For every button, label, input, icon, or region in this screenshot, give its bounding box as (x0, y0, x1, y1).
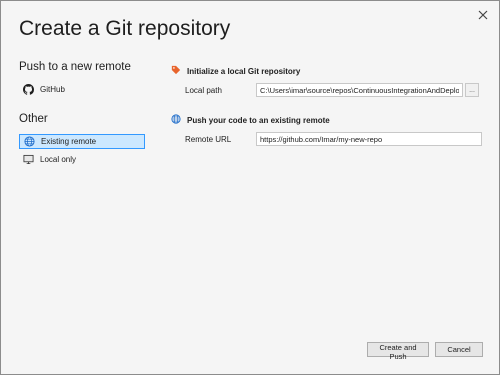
globe-icon (24, 136, 35, 147)
push-heading-text: Push your code to an existing remote (187, 115, 330, 125)
local-path-input[interactable] (256, 83, 463, 97)
remote-url-input[interactable] (256, 132, 482, 146)
cancel-button[interactable]: Cancel (435, 342, 483, 357)
remote-url-label: Remote URL (185, 134, 232, 144)
dialog-footer: Create and Push Cancel (367, 342, 483, 361)
sidebar-item-label: Existing remote (41, 137, 97, 146)
create-and-push-button[interactable]: Create and Push (367, 342, 429, 361)
tag-icon (171, 65, 181, 77)
other-section-title: Other (19, 113, 48, 125)
sidebar-item-label: GitHub (40, 85, 65, 94)
dialog-window: Create a Git repository Push to a new re… (0, 0, 500, 375)
init-group-heading: Initialize a local Git repository (171, 65, 483, 77)
browse-button[interactable]: ... (465, 83, 479, 97)
sidebar-item-local-only[interactable]: Local only (19, 152, 145, 167)
remote-url-row: Remote URL (185, 132, 483, 146)
local-path-label: Local path (185, 85, 222, 95)
push-group-heading: Push your code to an existing remote (171, 114, 483, 126)
settings-panel: Initialize a local Git repository Local … (171, 65, 483, 146)
github-icon (23, 84, 34, 95)
sidebar: Push to a new remote GitHub Other Existi… (19, 61, 149, 167)
init-heading-text: Initialize a local Git repository (187, 66, 301, 76)
computer-icon (23, 154, 34, 165)
close-icon[interactable] (477, 9, 489, 21)
sidebar-item-label: Local only (40, 155, 77, 164)
globe-icon (171, 114, 181, 126)
local-path-row: Local path ... (185, 83, 483, 97)
sidebar-item-existing-remote[interactable]: Existing remote (19, 134, 145, 149)
sidebar-item-github[interactable]: GitHub (19, 82, 145, 97)
dialog-title: Create a Git repository (19, 17, 231, 40)
push-section-title: Push to a new remote (19, 61, 131, 73)
